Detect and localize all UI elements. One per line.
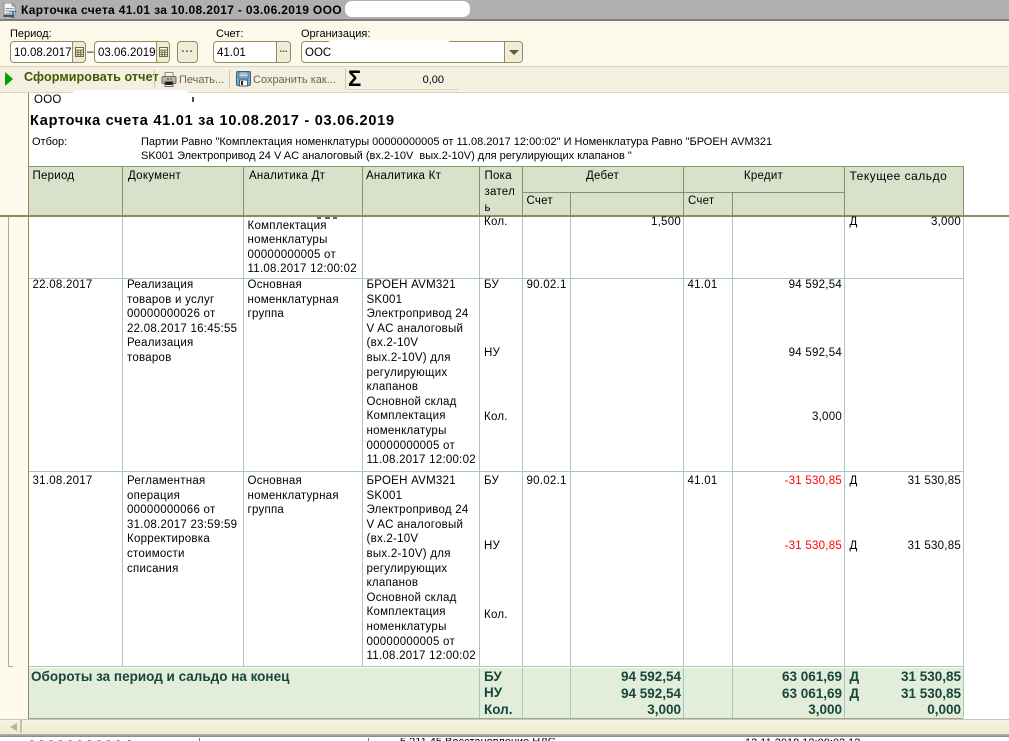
svg-text:T: T bbox=[10, 10, 17, 18]
